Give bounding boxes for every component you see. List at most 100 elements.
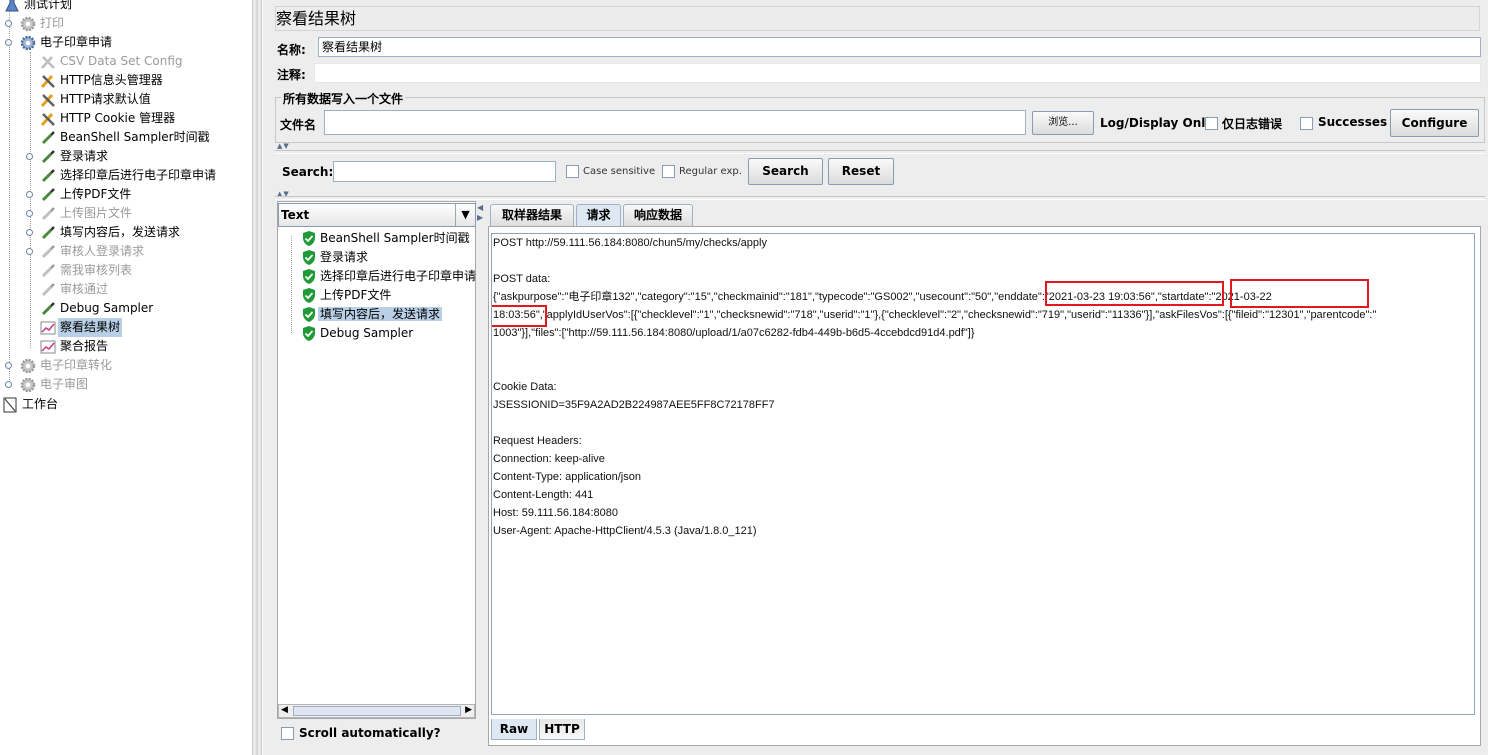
tree-item-seal-convert[interactable]: 电子印章转化 [20,356,114,375]
tree-item-test-plan[interactable]: 测试计划 [4,0,74,14]
request-line: POST data: [493,273,551,285]
result-item[interactable]: 登录请求 [302,248,370,267]
tree-item-login[interactable]: 登录请求 [40,147,110,166]
tab-raw[interactable]: Raw [491,719,537,740]
result-item-label: 登录请求 [320,250,369,264]
request-line: Host: 59.111.56.184:8080 [493,507,618,519]
tree-item-aggregate-report[interactable]: 聚合报告 [40,337,110,356]
filename-label: 文件名 [280,118,317,132]
tree-connector-line [30,52,31,348]
results-connector-line [291,236,292,333]
search-input[interactable] [333,161,556,182]
highlight-startdate-time-box [492,305,547,327]
browse-button[interactable]: 浏览... [1032,111,1094,135]
expand-handle[interactable] [26,191,33,198]
tree-item-view-results-tree[interactable]: 察看结果树 [40,318,123,337]
renderer-select[interactable]: Text ▼ [278,203,476,227]
tree-item-review-pass[interactable]: 审核通过 [40,280,110,299]
tree-item-label: 需我审核列表 [60,263,133,277]
comment-field[interactable] [314,63,1481,83]
reset-button[interactable]: Reset [828,158,894,185]
tree-item-csv-config[interactable]: CSV Data Set Config [40,52,185,71]
tree-item-print[interactable]: 打印 [20,14,66,33]
tab-request[interactable]: 请求 [576,204,621,226]
tree-item-thread-group[interactable]: 电子印章申请 [20,33,114,52]
tree-item-drawing-review[interactable]: 电子审图 [20,375,90,394]
tree-item-reviewer-login[interactable]: 审核人登录请求 [40,242,146,261]
tree-item-debug-sampler[interactable]: Debug Sampler [40,299,155,318]
tree-item-upload-image[interactable]: 上传图片文件 [40,204,134,223]
case-sensitive-checkbox[interactable] [566,165,579,178]
success-shield-icon [303,326,315,341]
collapse-handle[interactable] [5,39,12,46]
view-results-tree-panel: 察看结果树 名称: 察看结果树 注释: 所有数据写入一个文件 文件名 浏览...… [263,0,1488,755]
successes-label: Successes [1318,115,1388,129]
scroll-auto-checkbox[interactable] [281,727,294,740]
errors-only-checkbox[interactable] [1205,117,1218,130]
tree-item-request-defaults[interactable]: HTTP请求默认值 [40,90,153,109]
gear-icon [20,358,36,374]
renderer-select-value: Text [281,208,310,222]
regex-checkbox[interactable] [662,165,675,178]
result-item[interactable]: Debug Sampler [302,324,415,343]
tree-item-review-list[interactable]: 需我审核列表 [40,261,134,280]
page-title: 察看结果树 [275,6,1480,31]
regex-label: Regular exp. [679,166,742,177]
expand-handle[interactable] [5,20,12,27]
tree-item-label: 填写内容后，发送请求 [60,225,181,239]
result-item[interactable]: BeanShell Sampler时间戳 [302,229,472,248]
case-sensitive-label: Case sensitive [583,166,656,177]
scroll-thumb[interactable] [293,706,461,716]
success-shield-icon [303,269,315,284]
search-button[interactable]: Search [748,158,823,185]
configure-button[interactable]: Configure [1390,109,1479,137]
expand-handle[interactable] [26,248,33,255]
tree-item-label: 测试计划 [24,0,73,11]
workbench-icon [3,397,17,413]
result-item[interactable]: 上传PDF文件 [302,286,393,305]
collapse-arrows-icon[interactable]: ▲▼ [277,142,290,150]
name-label: 名称: [277,43,306,57]
tree-item-label: BeanShell Sampler时间戳 [60,130,210,144]
filename-input[interactable] [324,110,1026,135]
tree-item-seal-apply[interactable]: 选择印章后进行电子印章申请 [40,166,218,185]
expand-handle[interactable] [26,229,33,236]
name-field[interactable]: 察看结果树 [318,37,1481,57]
successes-checkbox[interactable] [1300,117,1313,130]
scroll-right-icon[interactable]: ▶ [465,705,472,715]
request-line: POST http://59.111.56.184:8080/chun5/my/… [493,237,767,249]
result-item-label: 上传PDF文件 [320,288,392,302]
search-label: Search: [282,165,334,179]
split-left-icon[interactable]: ◀ [477,203,483,212]
split-pane-divider[interactable] [252,0,262,755]
wrench-icon [40,93,55,108]
expand-handle[interactable] [26,153,33,160]
gear-icon [20,377,36,393]
tree-item-label: Debug Sampler [60,301,154,315]
request-line: Content-Length: 441 [493,489,594,501]
tab-http[interactable]: HTTP [539,719,585,740]
expand-handle[interactable] [5,362,12,369]
tree-item-submit[interactable]: 填写内容后，发送请求 [40,223,182,242]
tree-item-workbench[interactable]: 工作台 [2,395,60,414]
tab-sampler-result[interactable]: 取样器结果 [490,204,574,226]
tree-item-upload-pdf[interactable]: 上传PDF文件 [40,185,133,204]
result-item[interactable]: 选择印章后进行电子印章申请 [302,267,478,286]
tree-item-beanshell[interactable]: BeanShell Sampler时间戳 [40,128,212,147]
tab-response-data[interactable]: 响应数据 [623,204,693,226]
expand-handle[interactable] [26,210,33,217]
expand-handle[interactable] [5,381,12,388]
results-horizontal-scrollbar[interactable]: ◀ ▶ [278,704,475,718]
split-right-icon[interactable]: ▶ [477,213,483,222]
scroll-left-icon[interactable]: ◀ [281,705,288,715]
tree-connector-line [9,10,10,386]
separator [275,150,1485,154]
result-item-label: 填写内容后，发送请求 [318,307,443,321]
tree-item-cookie-manager[interactable]: HTTP Cookie 管理器 [40,109,177,128]
tree-item-header-manager[interactable]: HTTP信息头管理器 [40,71,165,90]
request-text-area[interactable]: POST http://59.111.56.184:8080/chun5/my/… [491,233,1475,715]
test-plan-tree[interactable]: 测试计划 打印 电子印章申请 CSV Data Set Config HTTP信… [0,0,252,755]
tree-item-label: 审核人登录请求 [60,244,145,258]
tree-item-label: 登录请求 [60,149,109,163]
result-item-selected[interactable]: 填写内容后，发送请求 [302,305,443,324]
